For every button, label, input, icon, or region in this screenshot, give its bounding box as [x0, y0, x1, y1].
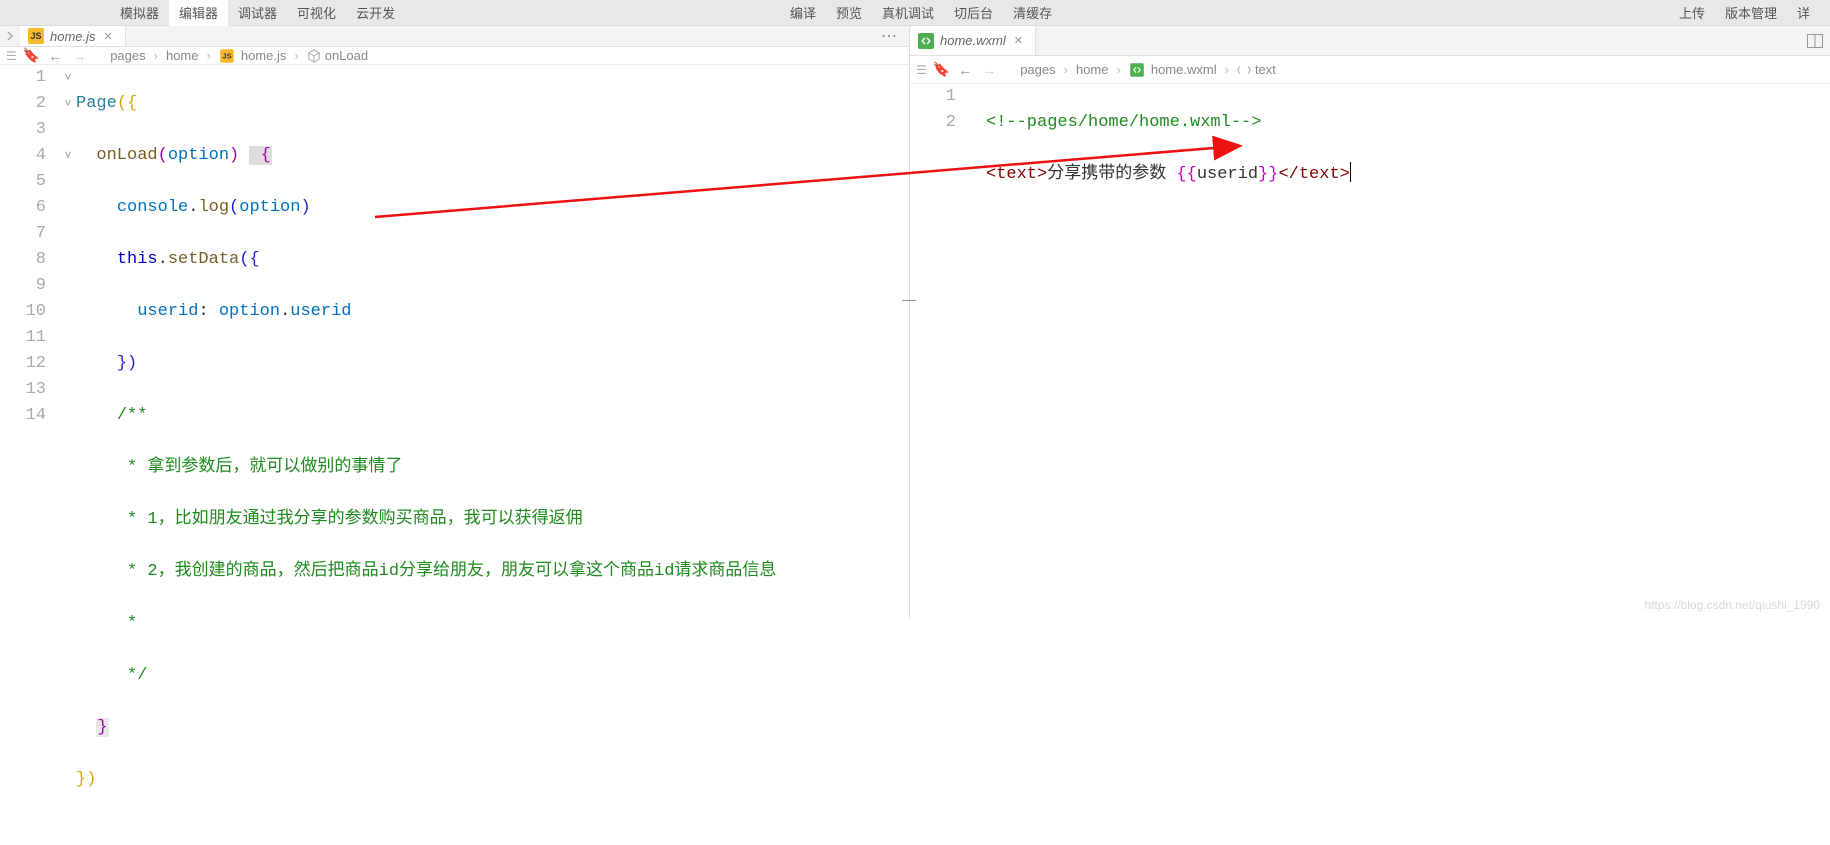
js-file-icon: JS [220, 49, 234, 63]
tab-home-wxml[interactable]: home.wxml ✕ [910, 26, 1036, 55]
collapse-toggle-icon[interactable] [0, 26, 20, 46]
crumb-home[interactable]: home [1076, 62, 1109, 77]
code-content[interactable]: <!--pages/home/home.wxml--> <text>分享携带的参… [986, 84, 1830, 618]
tab-label: home.wxml [940, 33, 1006, 48]
breadcrumb-right: ☰ 🔖 ← → pages › home › home.wxml › text [910, 56, 1830, 84]
code-editor-left[interactable]: 1 2 3 4 5 6 7 8 9 10 11 12 13 14 ˅ ˅ ˅ [0, 65, 909, 845]
bookmark-icon[interactable]: 🔖 [933, 61, 950, 78]
fold-toggle-icon: ˅ [60, 143, 76, 169]
menu-version[interactable]: 版本管理 [1715, 0, 1787, 26]
chevron-right-icon: › [294, 48, 298, 63]
bookmark-icon[interactable]: 🔖 [23, 47, 40, 64]
line-gutter: 1 2 [910, 84, 970, 618]
js-file-icon: JS [28, 28, 44, 44]
tab-close-icon[interactable]: ✕ [102, 30, 115, 43]
nav-forward-icon[interactable]: → [70, 48, 88, 64]
menu-upload[interactable]: 上传 [1669, 0, 1715, 26]
tab-home-js[interactable]: JS home.js ✕ [20, 26, 126, 46]
crumb-symbol[interactable]: text [1237, 62, 1276, 77]
text-cursor [1350, 162, 1351, 182]
chevron-right-icon: › [154, 48, 158, 63]
chevron-right-icon: › [1064, 62, 1068, 77]
editor-pane-right: home.wxml ✕ ☰ 🔖 ← → pages › home › home.… [910, 26, 1830, 618]
tab-bar-left: JS home.js ✕ ⋯ [0, 26, 909, 47]
menu-preview[interactable]: 预览 [826, 0, 872, 26]
chevron-right-icon: › [207, 48, 211, 63]
crumb-pages[interactable]: pages [1020, 62, 1055, 77]
menu-remote[interactable]: 真机调试 [872, 0, 944, 26]
line-gutter: 1 2 3 4 5 6 7 8 9 10 11 12 13 14 [0, 65, 60, 845]
crumb-file[interactable]: home.js [241, 48, 287, 63]
top-menu-center: 编译 预览 真机调试 切后台 清缓存 [780, 0, 1062, 26]
chevron-right-icon: › [1225, 62, 1229, 77]
menu-details[interactable]: 详 [1787, 0, 1820, 26]
wxml-file-icon [1130, 63, 1144, 77]
crumb-pages[interactable]: pages [110, 48, 145, 63]
fold-toggle-icon: ˅ [60, 91, 76, 117]
menu-simulator[interactable]: 模拟器 [110, 0, 169, 26]
tab-label: home.js [50, 29, 96, 44]
code-content[interactable]: Page({ onLoad(option) { console.log(opti… [76, 65, 909, 845]
nav-forward-icon[interactable]: → [980, 62, 998, 78]
list-icon[interactable]: ☰ [916, 63, 927, 77]
crumb-file[interactable]: home.wxml [1151, 62, 1217, 77]
menu-cloud[interactable]: 云开发 [346, 0, 405, 26]
top-menu-right: 上传 版本管理 详 [1669, 0, 1820, 26]
top-menu-left: 模拟器 编辑器 调试器 可视化 云开发 [110, 0, 405, 26]
split-editor-icon[interactable] [1800, 26, 1830, 55]
menu-debugger[interactable]: 调试器 [228, 0, 287, 26]
menu-background[interactable]: 切后台 [944, 0, 1003, 26]
tab-close-icon[interactable]: ✕ [1012, 34, 1025, 47]
fold-gutter[interactable] [970, 84, 986, 618]
watermark-text: https://blog.csdn.net/qiushi_1990 [1645, 598, 1820, 612]
tag-icon [1237, 63, 1251, 77]
crumb-home[interactable]: home [166, 48, 199, 63]
list-icon[interactable]: ☰ [6, 49, 17, 63]
wxml-file-icon [918, 33, 934, 49]
menu-visual[interactable]: 可视化 [287, 0, 346, 26]
top-menu: 模拟器 编辑器 调试器 可视化 云开发 编译 预览 真机调试 切后台 清缓存 上… [0, 0, 1830, 26]
nav-back-icon[interactable]: ← [46, 48, 64, 64]
editor-pane-left: JS home.js ✕ ⋯ ☰ 🔖 ← → pages › home › JS… [0, 26, 910, 618]
method-icon [307, 49, 321, 63]
menu-compile[interactable]: 编译 [780, 0, 826, 26]
fold-toggle-icon: ˅ [60, 65, 76, 91]
menu-editor[interactable]: 编辑器 [169, 0, 228, 26]
crumb-symbol[interactable]: onLoad [307, 48, 368, 63]
more-actions-icon[interactable]: ⋯ [869, 26, 909, 46]
breadcrumb-left: ☰ 🔖 ← → pages › home › JS home.js › onLo… [0, 47, 909, 65]
nav-back-icon[interactable]: ← [956, 62, 974, 78]
tab-bar-right: home.wxml ✕ [910, 26, 1830, 56]
fold-gutter[interactable]: ˅ ˅ ˅ [60, 65, 76, 845]
menu-clear-cache[interactable]: 清缓存 [1003, 0, 1062, 26]
chevron-right-icon: › [1117, 62, 1121, 77]
code-editor-right[interactable]: 1 2 <!--pages/home/home.wxml--> <text>分享… [910, 84, 1830, 618]
